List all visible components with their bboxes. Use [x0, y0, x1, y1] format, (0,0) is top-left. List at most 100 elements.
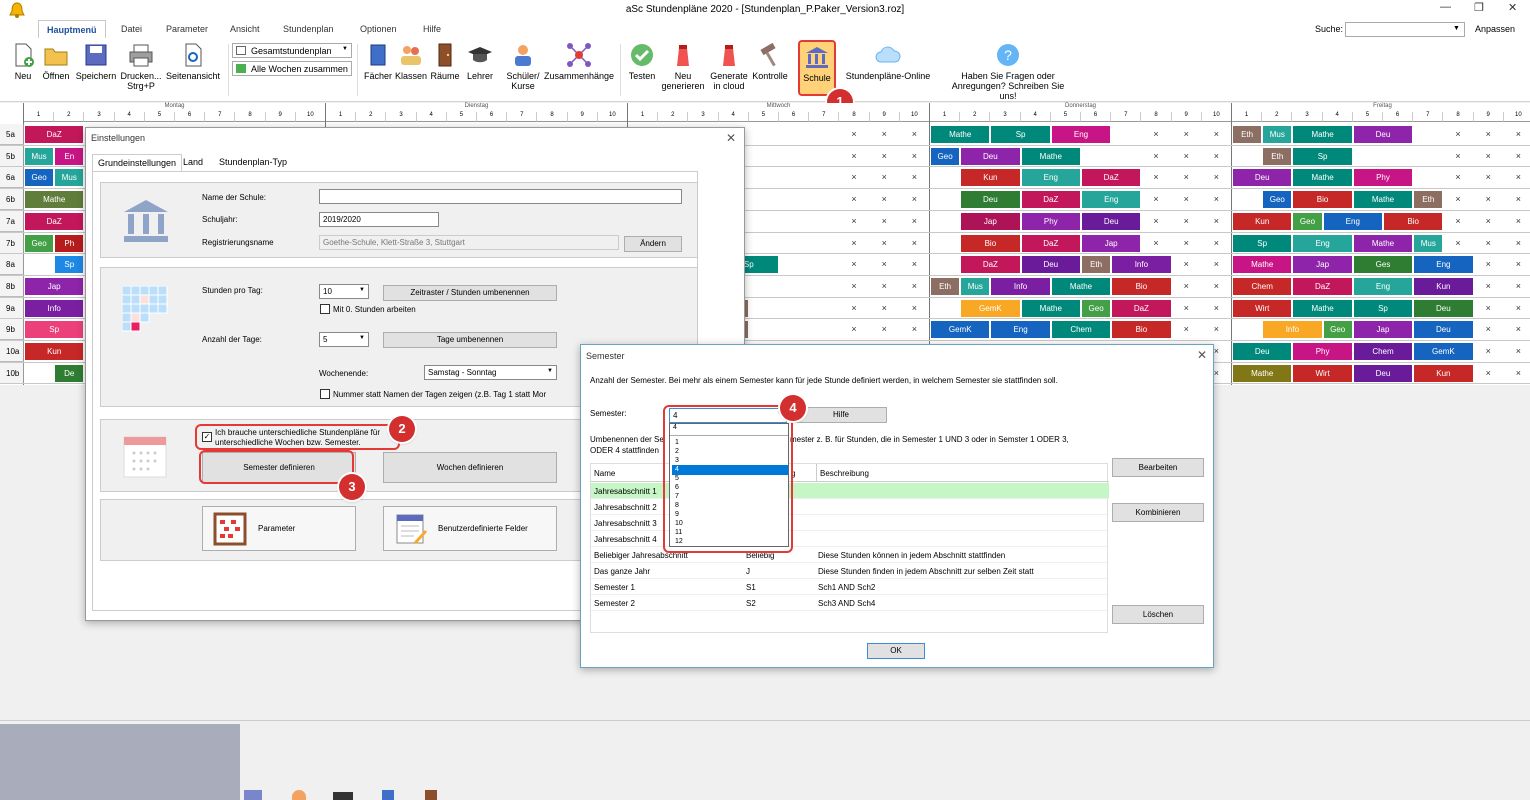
- class-row-label[interactable]: 10a: [0, 341, 24, 362]
- blocked-slot-icon[interactable]: ×: [1184, 216, 1189, 226]
- lesson-cell[interactable]: Mathe: [1293, 169, 1352, 187]
- table-row[interactable]: Semester 1 S1 Sch1 AND Sch2: [591, 579, 1109, 595]
- lesson-cell[interactable]: Sp: [1353, 299, 1413, 317]
- blocked-slot-icon[interactable]: ×: [912, 238, 917, 248]
- lesson-cell[interactable]: DaZ: [1082, 169, 1141, 187]
- lesson-cell[interactable]: Mathe: [1233, 364, 1292, 382]
- lesson-cell[interactable]: DaZ: [961, 256, 1020, 274]
- class-row-label[interactable]: 7a: [0, 210, 24, 232]
- school-year-input[interactable]: 2019/2020: [319, 212, 439, 227]
- zero-hours-checkbox[interactable]: [320, 304, 330, 314]
- lesson-cell[interactable]: Mathe: [1021, 299, 1080, 317]
- blocked-slot-icon[interactable]: ×: [1516, 346, 1521, 356]
- minimize-icon[interactable]: —: [1440, 1, 1451, 13]
- blocked-slot-icon[interactable]: ×: [1486, 172, 1491, 182]
- blocked-slot-icon[interactable]: ×: [851, 238, 856, 248]
- teachers-button[interactable]: Lehrer: [464, 42, 496, 81]
- lesson-cell[interactable]: Sp: [1233, 234, 1292, 252]
- blocked-slot-icon[interactable]: ×: [1214, 194, 1219, 204]
- ok-button[interactable]: OK: [867, 643, 925, 659]
- lesson-cell[interactable]: Eng: [1021, 169, 1080, 187]
- hours-per-day-select[interactable]: 10 ▼: [319, 284, 369, 299]
- lesson-cell[interactable]: Jap: [961, 212, 1020, 230]
- blocked-slot-icon[interactable]: ×: [851, 129, 856, 139]
- blocked-slot-icon[interactable]: ×: [1516, 129, 1521, 139]
- table-row[interactable]: Semester 2 S2 Sch3 AND Sch4: [591, 595, 1109, 611]
- menu-hauptmenue[interactable]: Hauptmenü: [38, 20, 106, 38]
- class-row-label[interactable]: 5b: [0, 145, 24, 167]
- blocked-slot-icon[interactable]: ×: [1214, 216, 1219, 226]
- blocked-slot-icon[interactable]: ×: [1214, 238, 1219, 248]
- blocked-slot-icon[interactable]: ×: [1184, 303, 1189, 313]
- tab-land[interactable]: Land: [178, 154, 208, 171]
- blocked-slot-icon[interactable]: ×: [1486, 151, 1491, 161]
- menu-ansicht[interactable]: Ansicht: [230, 24, 260, 34]
- blocked-slot-icon[interactable]: ×: [1153, 194, 1158, 204]
- lesson-cell[interactable]: Bio: [1293, 191, 1352, 209]
- blocked-slot-icon[interactable]: ×: [1516, 259, 1521, 269]
- lesson-cell[interactable]: Eng: [1353, 277, 1413, 295]
- class-row-label[interactable]: 9a: [0, 297, 24, 319]
- blocked-slot-icon[interactable]: ×: [1455, 238, 1460, 248]
- chevron-down-icon[interactable]: ▼: [1453, 25, 1460, 32]
- blocked-slot-icon[interactable]: ×: [1184, 129, 1189, 139]
- blocked-slot-icon[interactable]: ×: [882, 324, 887, 334]
- blocked-slot-icon[interactable]: ×: [1455, 194, 1460, 204]
- blocked-slot-icon[interactable]: ×: [1214, 346, 1219, 356]
- blocked-slot-icon[interactable]: ×: [882, 151, 887, 161]
- blocked-slot-icon[interactable]: ×: [1184, 238, 1189, 248]
- blocked-slot-icon[interactable]: ×: [851, 216, 856, 226]
- close-icon[interactable]: ✕: [1508, 1, 1517, 14]
- students-button[interactable]: Schüler/ Kurse: [505, 42, 541, 91]
- tab-stundenplan-typ[interactable]: Stundenplan-Typ: [214, 154, 292, 171]
- blocked-slot-icon[interactable]: ×: [1516, 151, 1521, 161]
- blocked-slot-icon[interactable]: ×: [1214, 259, 1219, 269]
- class-row-label[interactable]: 5a: [0, 124, 24, 145]
- blocked-slot-icon[interactable]: ×: [1486, 281, 1491, 291]
- search-input[interactable]: [1345, 22, 1465, 37]
- blocked-slot-icon[interactable]: ×: [851, 303, 856, 313]
- custom-fields-button[interactable]: Benutzerdefinierte Felder: [383, 506, 557, 551]
- blocked-slot-icon[interactable]: ×: [1516, 303, 1521, 313]
- lesson-cell[interactable]: Sp: [1293, 147, 1352, 165]
- lesson-cell[interactable]: Info: [1112, 256, 1171, 274]
- lesson-cell[interactable]: Geo: [1263, 191, 1292, 209]
- blocked-slot-icon[interactable]: ×: [1486, 368, 1491, 378]
- new-button[interactable]: Neu: [8, 42, 38, 81]
- lesson-cell[interactable]: Info: [991, 277, 1050, 295]
- lesson-cell[interactable]: Geo: [1082, 299, 1111, 317]
- blocked-slot-icon[interactable]: ×: [1153, 216, 1158, 226]
- lesson-cell[interactable]: Eng: [1414, 256, 1473, 274]
- lesson-cell[interactable]: Bio: [1112, 321, 1171, 339]
- lesson-cell[interactable]: Deu: [961, 191, 1020, 209]
- generate-cloud-button[interactable]: Generate in cloud: [707, 42, 751, 91]
- feedback-button[interactable]: ? Haben Sie Fragen oder Anregungen? Schr…: [948, 42, 1068, 101]
- blocked-slot-icon[interactable]: ×: [1486, 346, 1491, 356]
- lesson-cell[interactable]: Jap: [1082, 234, 1141, 252]
- blocked-slot-icon[interactable]: ×: [1486, 303, 1491, 313]
- lesson-cell[interactable]: Mathe: [25, 191, 84, 209]
- blocked-slot-icon[interactable]: ×: [1516, 324, 1521, 334]
- lesson-cell[interactable]: DaZ: [1293, 277, 1352, 295]
- menu-optionen[interactable]: Optionen: [360, 24, 397, 34]
- lesson-cell[interactable]: Deu: [1414, 321, 1473, 339]
- online-button[interactable]: Stundenpläne-Online: [842, 42, 934, 81]
- lesson-cell[interactable]: Kun: [1414, 364, 1473, 382]
- lesson-cell[interactable]: Jap: [1353, 321, 1413, 339]
- blocked-slot-icon[interactable]: ×: [1486, 324, 1491, 334]
- blocked-slot-icon[interactable]: ×: [882, 303, 887, 313]
- lesson-cell[interactable]: Eth: [1414, 191, 1443, 209]
- lesson-cell[interactable]: GemK: [931, 321, 990, 339]
- blocked-slot-icon[interactable]: ×: [1455, 216, 1460, 226]
- lesson-cell[interactable]: Jap: [25, 277, 84, 295]
- edit-button[interactable]: Bearbeiten: [1112, 458, 1204, 477]
- class-row-label[interactable]: 7b: [0, 232, 24, 254]
- lesson-cell[interactable]: De: [55, 364, 84, 382]
- blocked-slot-icon[interactable]: ×: [882, 238, 887, 248]
- blocked-slot-icon[interactable]: ×: [912, 281, 917, 291]
- lesson-cell[interactable]: Bio: [1112, 277, 1171, 295]
- save-button[interactable]: Speichern: [74, 42, 118, 81]
- lesson-cell[interactable]: Mathe: [1353, 191, 1413, 209]
- blocked-slot-icon[interactable]: ×: [1516, 368, 1521, 378]
- menu-parameter[interactable]: Parameter: [166, 24, 208, 34]
